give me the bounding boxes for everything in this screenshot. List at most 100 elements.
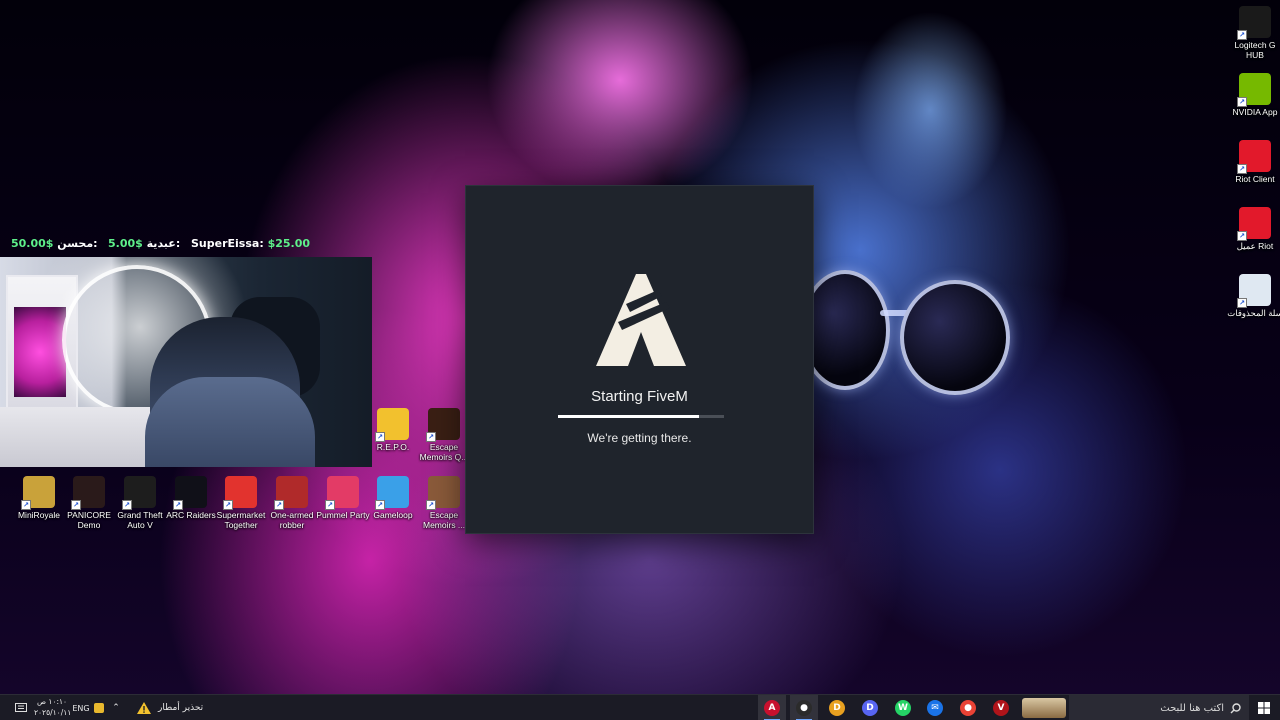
shortcut-arrow-icon: ↗ xyxy=(375,500,385,510)
taskbar-app-whatsapp[interactable]: W xyxy=(889,695,917,720)
shortcut-arrow-icon: ↗ xyxy=(274,500,284,510)
cat-sunglasses xyxy=(800,250,1030,400)
pummel-party-icon: ↗ xyxy=(325,476,359,510)
shortcut-arrow-icon: ↗ xyxy=(325,500,335,510)
desktop-icon[interactable]: ↗ Escape Memoirs Q... xyxy=(416,408,472,462)
notifications-button[interactable] xyxy=(10,695,32,720)
taskbar-clock[interactable]: ١٠:١٠ ص ٢٠٢٥/١٠/١١ xyxy=(34,696,72,718)
windows-logo-icon xyxy=(1258,702,1270,714)
gameloop-icon: ↗ xyxy=(375,476,409,510)
start-button[interactable] xyxy=(1250,695,1278,720)
desktop-icon[interactable]: ↗ Grand Theft Auto V xyxy=(112,476,168,530)
taskbar-app-discord[interactable]: D xyxy=(856,695,884,720)
desktop-icon[interactable]: ↗ One-armed robber xyxy=(264,476,320,530)
taskbar-search[interactable]: اكتب هنا للبحث xyxy=(1069,695,1249,720)
weather-widget[interactable]: تحذير أمطار xyxy=(136,695,216,720)
taskbar-app-obs[interactable]: ● xyxy=(790,695,818,720)
launcher-progress-fill xyxy=(558,415,700,418)
streamer-hoodie xyxy=(145,377,315,467)
fivem-launcher-window[interactable]: Starting FiveM We're getting there. xyxy=(465,185,814,534)
desktop-icon[interactable]: ↗ Riot Client xyxy=(1227,140,1280,184)
shortcut-arrow-icon: ↗ xyxy=(122,500,132,510)
launcher-title: Starting FiveM xyxy=(591,388,688,405)
tray-overflow-button[interactable]: ⌃ xyxy=(109,695,123,720)
escape-memoirs-icon: ↗ xyxy=(426,408,460,442)
donation-item: SuperEissa: $25.00 xyxy=(191,237,311,250)
arc-raiders-icon: ↗ xyxy=(173,476,207,510)
gta-v-icon: ↗ xyxy=(122,476,156,510)
weather-text: تحذير أمطار xyxy=(158,703,204,713)
taskbar-app-fivem[interactable]: A xyxy=(758,695,786,720)
desktop-icon-label: NVIDIA App xyxy=(1232,107,1278,117)
tray-app-icon[interactable] xyxy=(92,695,106,720)
search-icon xyxy=(1230,702,1241,713)
desktop-icon[interactable]: ↗ MiniRoyale xyxy=(11,476,67,520)
shortcut-arrow-icon: ↗ xyxy=(223,500,233,510)
news-widget-button[interactable] xyxy=(1020,695,1068,720)
panicore-icon: ↗ xyxy=(71,476,105,510)
desktop-icon-label: Gameloop xyxy=(373,510,413,520)
shortcut-arrow-icon: ↗ xyxy=(375,432,385,442)
voicemeeter-icon: V xyxy=(993,700,1009,716)
desktop-icon[interactable]: ↗ ARC Raiders xyxy=(163,476,219,520)
chat-icon: D xyxy=(829,700,845,716)
desktop-icon[interactable]: ↗ سلة المحذوفات xyxy=(1227,274,1280,318)
desktop-icon[interactable]: ↗ NVIDIA App xyxy=(1227,73,1280,117)
taskbar-app-discord-app[interactable]: D xyxy=(823,695,851,720)
shortcut-arrow-icon: ↗ xyxy=(1237,231,1247,241)
shortcut-arrow-icon: ↗ xyxy=(21,500,31,510)
desktop-icon-label: MiniRoyale xyxy=(17,510,61,520)
launcher-subtitle: We're getting there. xyxy=(587,431,692,445)
search-placeholder: اكتب هنا للبحث xyxy=(1160,702,1224,714)
launcher-progress-bar xyxy=(558,415,724,418)
desktop-icon-label: Escape Memoirs ... xyxy=(422,510,466,530)
desktop-icon[interactable]: ↗ Gameloop xyxy=(365,476,421,520)
repo-icon: ↗ xyxy=(375,408,409,442)
clock-date: ٢٠٢٥/١٠/١١ xyxy=(34,708,72,717)
taskbar-app-mail[interactable]: ✉ xyxy=(921,695,949,720)
desktop-icon[interactable]: ↗ Pummel Party xyxy=(315,476,371,520)
taskbar: اكتب هنا للبحث A ● D D W ✉ ● V تحذير أمطار ⌃ EN… xyxy=(0,694,1280,720)
fivem-logo-icon xyxy=(596,274,686,366)
desktop-icon-label: ARC Raiders xyxy=(166,510,216,520)
donation-item: 50.00$ محسن: xyxy=(11,237,98,250)
logitech-g-icon: ↗ xyxy=(1237,6,1271,40)
desktop-icon[interactable]: ↗ Supermarket Together xyxy=(213,476,269,530)
recycle-bin-icon: ↗ xyxy=(1237,274,1271,308)
chevron-up-icon: ⌃ xyxy=(112,703,120,713)
language-indicator[interactable]: ENG xyxy=(70,695,92,720)
desktop-icon[interactable]: ↗ عميل Riot xyxy=(1227,207,1280,251)
desktop-icon[interactable]: ↗ R.E.P.O. xyxy=(365,408,421,452)
obs-icon: ● xyxy=(796,700,812,716)
shortcut-arrow-icon: ↗ xyxy=(173,500,183,510)
nvidia-icon: ↗ xyxy=(1237,73,1271,107)
chrome-icon: ● xyxy=(960,700,976,716)
shortcut-arrow-icon: ↗ xyxy=(426,500,436,510)
desktop-icon-label: Logitech G HUB xyxy=(1234,40,1276,60)
warning-icon xyxy=(137,702,151,714)
news-thumbnail-icon xyxy=(1022,698,1066,718)
desktop-icon-label: R.E.P.O. xyxy=(376,442,410,452)
notification-icon xyxy=(15,702,27,712)
shortcut-arrow-icon: ↗ xyxy=(71,500,81,510)
taskbar-app-voicemeeter[interactable]: V xyxy=(987,695,1015,720)
mail-icon: ✉ xyxy=(927,700,943,716)
taskbar-app-chrome[interactable]: ● xyxy=(954,695,982,720)
desktop-icon-label: عميل Riot xyxy=(1236,241,1274,251)
desktop-icon-label: Escape Memoirs Q... xyxy=(419,442,469,462)
riot-icon: ↗ xyxy=(1237,207,1271,241)
escape-memoirs-icon: ↗ xyxy=(426,476,460,510)
shortcut-arrow-icon: ↗ xyxy=(1237,30,1247,40)
desktop-icon[interactable]: ↗ Escape Memoirs ... xyxy=(416,476,472,530)
desktop-icon-label: Riot Client xyxy=(1235,174,1275,184)
miniroyale-icon: ↗ xyxy=(21,476,55,510)
desktop-icon[interactable]: ↗ PANICORE Demo xyxy=(61,476,117,530)
desktop-icon[interactable]: ↗ Logitech G HUB xyxy=(1227,6,1280,60)
shortcut-arrow-icon: ↗ xyxy=(1237,97,1247,107)
riot-icon: ↗ xyxy=(1237,140,1271,174)
donations-banner: SuperEissa: $25.00 5.00$ عبدية: 50.00$ م… xyxy=(0,236,310,254)
desktop-icon-label: PANICORE Demo xyxy=(67,510,111,530)
discord-icon: D xyxy=(862,700,878,716)
language-label: ENG xyxy=(72,703,90,713)
fivem-icon: A xyxy=(764,700,780,716)
